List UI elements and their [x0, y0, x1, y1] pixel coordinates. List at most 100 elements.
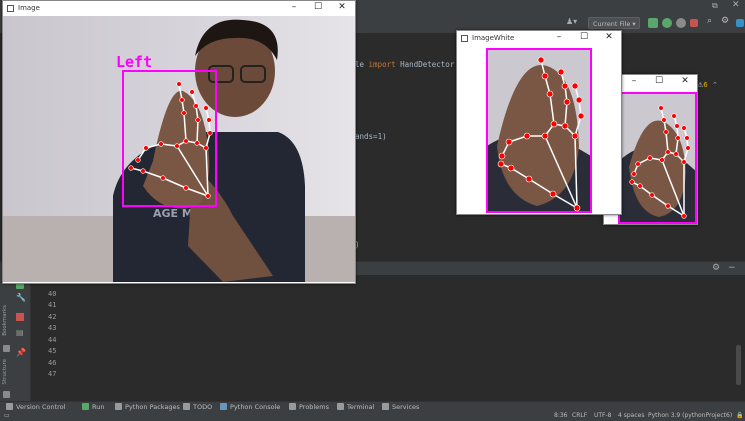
tab-label: Version Control: [16, 403, 66, 411]
hand-landmark: [206, 117, 212, 123]
restore-icon[interactable]: ⧉: [712, 1, 718, 11]
chevron-up-icon: ⌃: [711, 81, 718, 89]
close-window-icon[interactable]: ✕: [335, 2, 349, 12]
tab-todo[interactable]: TODO: [183, 403, 212, 411]
hand-landmark: [684, 135, 690, 141]
hand-landmark: [659, 157, 665, 163]
console-scrollbar[interactable]: [736, 345, 741, 385]
structure-icon[interactable]: [3, 391, 10, 398]
plugin-icon[interactable]: [736, 19, 744, 27]
hand-landmark: [158, 141, 164, 147]
hand-landmark: [573, 204, 581, 212]
tab-label: Python Packages: [125, 403, 180, 411]
hand-landmark: [561, 82, 569, 90]
hide-panel-icon[interactable]: −: [728, 263, 736, 273]
weak-warning-count: 6: [703, 81, 708, 89]
hand-landmark: [205, 193, 211, 199]
hand-landmark: [557, 68, 565, 76]
layout-icon[interactable]: ▤: [16, 328, 24, 337]
search-icon[interactable]: ⌕: [707, 16, 712, 26]
line-separator[interactable]: CRLF: [572, 412, 587, 419]
info-icon: [289, 403, 296, 410]
gear-icon[interactable]: ⚙: [721, 16, 729, 26]
hand-landmark: [193, 103, 199, 109]
debug-icon[interactable]: [662, 18, 672, 28]
hand-landmark: [671, 113, 677, 119]
image-white-window[interactable]: ImageWhite – ☐ ✕: [456, 30, 622, 215]
white-maximize-icon[interactable]: ☐: [577, 32, 591, 42]
wrench-icon[interactable]: 🔧: [16, 293, 26, 302]
play-icon: [82, 403, 89, 410]
run-icon[interactable]: [648, 18, 658, 28]
pin-icon[interactable]: 📌: [16, 348, 26, 357]
tab-problems[interactable]: Problems: [289, 403, 329, 411]
tab-python-packages[interactable]: Python Packages: [115, 403, 180, 411]
hand-landmark: [174, 143, 180, 149]
svg-text:AGE M: AGE M: [153, 207, 193, 220]
crop-maximize-icon[interactable]: ☐: [652, 76, 666, 86]
crop-minimize-icon[interactable]: –: [627, 76, 641, 86]
caret-position[interactable]: 8:36: [554, 412, 567, 419]
lock-icon[interactable]: 🔒: [736, 412, 743, 419]
python-interpreter[interactable]: Python 3.9 (pythonProject6): [648, 412, 732, 419]
run-config-select[interactable]: Current File ▾: [588, 17, 640, 29]
code-line-import: le import HandDetector: [355, 60, 455, 69]
indent-setting[interactable]: 4 spaces: [618, 412, 644, 419]
tab-terminal[interactable]: Terminal: [337, 403, 374, 411]
hand-landmark: [203, 105, 209, 111]
run-toolbar: 🔧 ↓ ≡ ⤓ ▤ ⎙ 📌 🗑: [12, 275, 42, 401]
hand-landmark: [207, 130, 213, 136]
file-encoding[interactable]: UTF-8: [594, 412, 612, 419]
run-console[interactable]: 394041424344454647: [31, 275, 745, 401]
tab-python-console[interactable]: Python Console: [220, 403, 280, 411]
tab-version-control[interactable]: Version Control: [6, 403, 65, 411]
coverage-icon[interactable]: [676, 18, 686, 28]
list-icon: [183, 403, 190, 410]
image-white-titlebar[interactable]: ImageWhite – ☐ ✕: [457, 31, 621, 46]
hand-landmark: [541, 72, 549, 80]
tab-services[interactable]: Services: [382, 403, 419, 411]
tab-label: Terminal: [347, 403, 375, 411]
hand-landmark: [661, 117, 667, 123]
user-icon[interactable]: ♟▾: [566, 17, 577, 26]
hand-landmark: [685, 145, 691, 151]
line-number: 41: [48, 301, 57, 309]
tab-label: Problems: [299, 403, 329, 411]
hand-landmark: [674, 123, 680, 129]
stop-icon[interactable]: [690, 19, 698, 27]
hand-landmark: [189, 89, 195, 95]
terminal-icon: [337, 403, 344, 410]
code-line-hands: ands=1): [355, 132, 387, 141]
hand-landmark: [637, 183, 643, 189]
hand-landmark: [629, 179, 635, 185]
hand-landmark: [537, 56, 545, 64]
minimize-icon[interactable]: –: [287, 2, 301, 12]
hand-landmark: [647, 155, 653, 161]
hand-landmark: [179, 97, 185, 103]
hand-landmark: [523, 132, 531, 140]
line-number: 47: [48, 370, 57, 378]
tab-label: Run: [92, 403, 105, 411]
line-number: 46: [48, 358, 57, 367]
white-close-icon[interactable]: ✕: [602, 32, 616, 42]
hand-landmark: [203, 145, 209, 151]
webcam-frame: AGE M Left: [3, 16, 355, 282]
image-window[interactable]: Image – ☐ ✕ AGE M Left: [2, 0, 356, 284]
maximize-icon[interactable]: ☐: [311, 2, 325, 12]
handedness-label: Left: [116, 53, 152, 71]
panel-gear-icon[interactable]: ⚙: [712, 263, 720, 273]
line-number: 42: [48, 312, 57, 321]
structure-tab[interactable]: Structure: [2, 359, 8, 385]
bookmarks-tab[interactable]: Bookmarks: [2, 305, 8, 336]
bookmark-icon[interactable]: [3, 345, 10, 352]
layout-toggle-icon[interactable]: ▭: [4, 412, 10, 419]
hand-landmark: [140, 168, 146, 174]
python-icon: [220, 403, 227, 410]
white-minimize-icon[interactable]: –: [552, 32, 566, 42]
stop-run-icon[interactable]: [16, 313, 24, 321]
image-window-titlebar[interactable]: Image – ☐ ✕: [3, 1, 355, 16]
tab-run[interactable]: Run: [82, 403, 104, 411]
close-icon[interactable]: ✕: [732, 0, 740, 10]
hand-landmark: [561, 122, 569, 130]
crop-close-icon[interactable]: ✕: [678, 76, 692, 86]
